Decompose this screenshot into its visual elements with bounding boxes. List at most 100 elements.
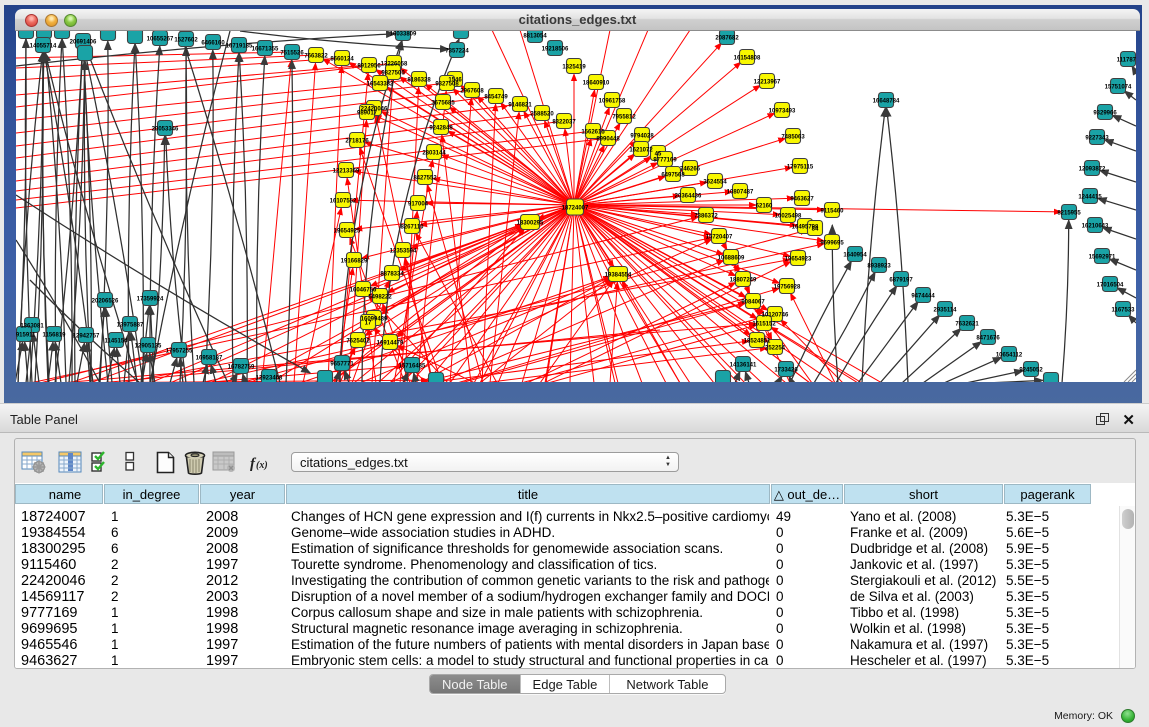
svg-text:10120746: 10120746 [762, 313, 789, 319]
svg-text:12093872: 12093872 [1079, 167, 1106, 173]
svg-text:18300295: 18300295 [517, 221, 544, 227]
svg-text:9463627: 9463627 [790, 197, 814, 203]
svg-text:7357224: 7357224 [445, 49, 469, 55]
svg-text:1244415: 1244415 [1078, 195, 1102, 201]
svg-text:9327508: 9327508 [435, 82, 459, 88]
svg-text:2967608: 2967608 [460, 89, 484, 95]
svg-text:16543382: 16543382 [367, 82, 394, 88]
svg-text:12213369: 12213369 [333, 169, 360, 175]
svg-text:9794028: 9794028 [630, 134, 654, 140]
svg-text:1562615: 1562615 [581, 130, 605, 136]
svg-text:12905135: 12905135 [135, 344, 162, 350]
svg-text:12353594: 12353594 [390, 249, 417, 255]
svg-text:10719185: 10719185 [226, 44, 253, 50]
svg-text:8427552: 8427552 [413, 176, 437, 182]
svg-text:3915911: 3915911 [16, 333, 36, 339]
svg-text:252254: 252254 [765, 346, 786, 352]
svg-text:18524851: 18524851 [744, 339, 771, 345]
svg-text:13975887: 13975887 [117, 323, 144, 329]
svg-text:16210643: 16210643 [1082, 224, 1109, 230]
svg-text:917004: 917004 [408, 202, 429, 208]
svg-text:14055714: 14055714 [30, 44, 57, 50]
svg-text:16046756: 16046756 [350, 288, 377, 294]
svg-text:15692971: 15692971 [1089, 255, 1116, 261]
svg-text:8938923: 8938923 [867, 264, 891, 270]
svg-text:16107552: 16107552 [330, 199, 357, 205]
svg-text:12213967: 12213967 [754, 80, 781, 86]
svg-text:10973493: 10973493 [769, 109, 796, 115]
svg-text:12942757: 12942757 [73, 334, 100, 340]
svg-text:8322037: 8322037 [552, 120, 576, 126]
svg-text:7625402: 7625402 [346, 339, 370, 345]
svg-text:10961758: 10961758 [599, 99, 626, 105]
svg-text:62160: 62160 [756, 204, 773, 210]
svg-text:5498222: 5498222 [368, 295, 392, 301]
svg-text:10655267: 10655267 [147, 37, 174, 43]
svg-text:9245052: 9245052 [1019, 368, 1043, 374]
svg-text:17957255: 17957255 [166, 349, 193, 355]
svg-text:20691406: 20691406 [70, 40, 97, 46]
svg-text:2588520: 2588520 [530, 112, 554, 118]
svg-text:3675685: 3675685 [431, 101, 455, 107]
svg-text:1640954: 1640954 [843, 253, 867, 259]
svg-text:1156819: 1156819 [42, 333, 66, 339]
svg-text:2803144: 2803144 [422, 151, 446, 157]
svg-text:16914479: 16914479 [377, 341, 404, 347]
svg-text:8215955: 8215955 [1057, 211, 1081, 217]
svg-text:9146821: 9146821 [508, 103, 532, 109]
svg-text:8267110: 8267110 [400, 225, 424, 231]
svg-text:17016504: 17016504 [1097, 283, 1124, 289]
svg-text:8186328: 8186328 [407, 78, 431, 84]
svg-text:2718176: 2718176 [345, 139, 369, 145]
svg-text:17: 17 [365, 321, 372, 327]
svg-text:16782759: 16782759 [228, 365, 255, 371]
svg-text:16033809: 16033809 [390, 32, 417, 38]
svg-text:6466160: 6466160 [201, 41, 225, 47]
svg-text:9242848: 9242848 [429, 126, 453, 132]
svg-text:19384554: 19384554 [605, 273, 632, 279]
svg-text:1117876: 1117876 [1117, 58, 1136, 64]
svg-text:7485063: 7485063 [781, 135, 805, 141]
svg-text:9827500: 9827500 [381, 71, 405, 77]
svg-text:1167533: 1167533 [1111, 308, 1135, 314]
svg-text:8912956: 8912956 [357, 64, 381, 70]
svg-text:10688609: 10688609 [718, 256, 745, 262]
svg-text:6879197: 6879197 [889, 278, 913, 284]
svg-text:8660124: 8660124 [330, 57, 354, 63]
svg-text:12923468: 12923468 [256, 376, 283, 382]
svg-text:18640910: 18640910 [583, 81, 610, 87]
svg-text:3624554: 3624554 [703, 180, 727, 186]
svg-text:15720407: 15720407 [706, 235, 733, 241]
svg-text:10025498: 10025498 [775, 214, 802, 220]
svg-text:13226058: 13226058 [381, 62, 408, 68]
svg-text:1325419: 1325419 [562, 65, 586, 71]
svg-text:9084067: 9084067 [741, 300, 765, 306]
svg-text:19654923: 19654923 [785, 257, 812, 263]
svg-text:1621072: 1621072 [629, 148, 653, 154]
svg-text:15751074: 15751074 [1105, 85, 1132, 91]
svg-text:10654112: 10654112 [996, 353, 1023, 359]
svg-text:19756928: 19756928 [774, 285, 801, 291]
svg-text:7386372: 7386372 [694, 214, 718, 220]
svg-text:1527602: 1527602 [174, 38, 198, 44]
svg-text:18807249: 18807249 [730, 278, 757, 284]
svg-text:19218506: 19218506 [542, 47, 569, 53]
svg-text:84: 84 [812, 227, 819, 233]
svg-text:19166829: 19166829 [341, 259, 368, 265]
svg-text:8471676: 8471676 [976, 336, 1000, 342]
svg-text:8813054: 8813054 [523, 34, 547, 40]
svg-text:7955812: 7955812 [612, 115, 636, 121]
svg-text:9699695: 9699695 [820, 241, 844, 247]
svg-text:1733426: 1733426 [774, 368, 798, 374]
svg-text:9115460: 9115460 [820, 209, 844, 215]
svg-text:6497568: 6497568 [661, 173, 685, 179]
svg-text:7515526: 7515526 [280, 51, 304, 57]
svg-text:7663822: 7663822 [304, 54, 328, 60]
svg-text:20206526: 20206526 [92, 299, 119, 305]
svg-text:(x): (x) [256, 460, 268, 471]
svg-text:17359924: 17359924 [137, 297, 164, 303]
svg-text:9329966: 9329966 [1093, 111, 1117, 117]
svg-text:16648784: 16648784 [873, 99, 900, 105]
svg-text:19654925: 19654925 [334, 229, 361, 235]
svg-text:18724007: 18724007 [562, 206, 589, 212]
